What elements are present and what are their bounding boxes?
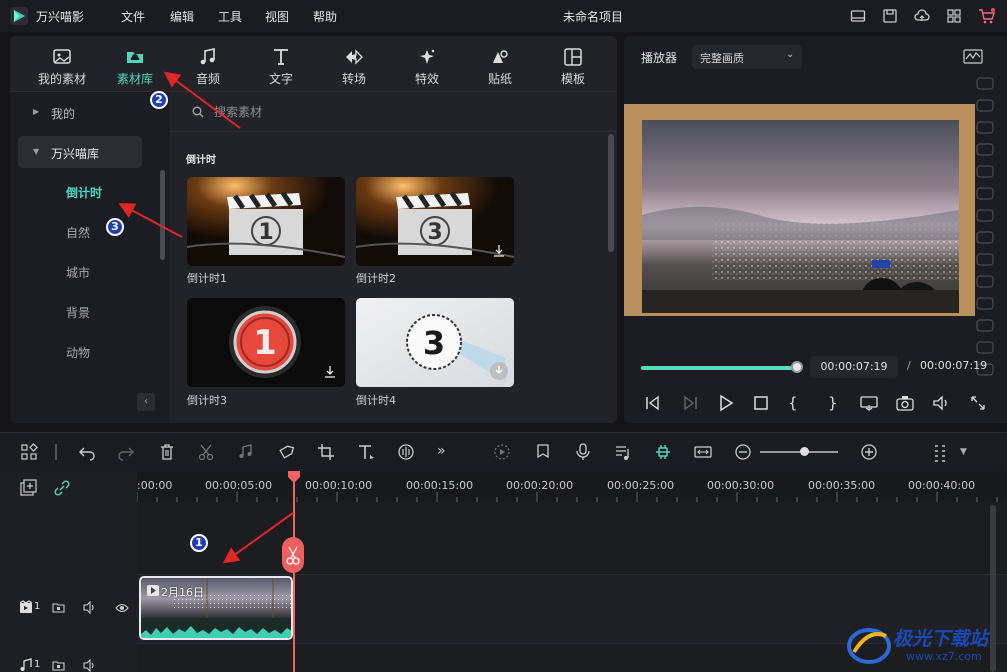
arrow-to-clip [222,512,294,564]
arrow-to-countdown [118,203,183,238]
watermark-logo-icon [847,628,891,664]
arrow-to-library-tab [163,71,241,129]
annotation-badge-1: 1 [190,534,208,552]
annotation-badge-2: 2 [150,91,168,109]
annotation-badge-3: 3 [106,218,124,236]
watermark-text: 极光下载站 [893,628,989,650]
watermark-url: www.xz7.com [906,650,982,663]
